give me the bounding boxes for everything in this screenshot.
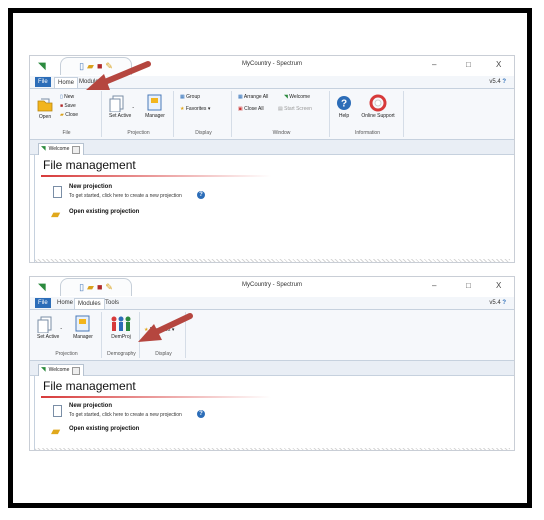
- page-title: File management: [43, 379, 136, 393]
- version-label: v5.4 ?: [489, 300, 506, 306]
- help-circle-icon[interactable]: ?: [197, 191, 205, 199]
- document-tab-strip: ◥ Welcome: [30, 140, 514, 155]
- close-tab-icon[interactable]: [72, 145, 81, 154]
- annotation-arrow-dempro: [138, 313, 193, 342]
- manager-icon: [75, 315, 90, 332]
- tab-tools[interactable]: Tools: [102, 298, 122, 308]
- favorites-button[interactable]: ★ Favorites ▾: [180, 106, 210, 112]
- ribbon-group-window: ▦ Arrange All ◥ Welcome ▣ Close All ▤ St…: [234, 91, 330, 137]
- minimize-button[interactable]: –: [432, 60, 436, 69]
- close-all-icon: ▣: [238, 106, 243, 112]
- ribbon-group-information: ? Help Online Support Information: [332, 91, 404, 137]
- ribbon-tabs: File Home Modules Tools v5.4 ?: [30, 297, 514, 310]
- document-tab-strip: ◥ Welcome: [30, 361, 514, 376]
- spectrum-logo-icon: ◥: [41, 367, 46, 373]
- title-bar: ◥ ▯ ▰ ■ ✎ MyCountry - Spectrum – □ X: [30, 277, 514, 297]
- spectrum-logo-icon: ◥: [284, 94, 288, 100]
- welcome-button[interactable]: ◥ Welcome: [284, 94, 310, 100]
- manager-button[interactable]: Manager: [72, 315, 94, 340]
- maximize-button[interactable]: □: [466, 60, 471, 69]
- open-button[interactable]: Open: [36, 95, 54, 120]
- group-label-window: Window: [272, 130, 291, 136]
- title-underline: [41, 396, 271, 398]
- group-label-file: File: [62, 130, 71, 136]
- ribbon-group-projection: Set Active . Manager Projection: [32, 312, 102, 358]
- help-circle-icon: ?: [337, 96, 351, 110]
- open-folder-icon[interactable]: ▰: [51, 207, 60, 221]
- welcome-content: File management New projection To get st…: [34, 376, 510, 450]
- close-file-button[interactable]: ▰ Close: [60, 112, 78, 118]
- arrange-icon: ▦: [238, 94, 243, 100]
- new-projection-link[interactable]: New projection: [69, 403, 112, 409]
- group-label-information: Information: [354, 130, 380, 136]
- close-all-button[interactable]: ▣ Close All: [238, 106, 264, 112]
- group-label-projection: Projection: [55, 351, 78, 357]
- tab-welcome[interactable]: ◥ Welcome: [38, 143, 85, 155]
- close-folder-icon: ▰: [60, 112, 64, 118]
- help-circle-icon[interactable]: ?: [197, 410, 205, 418]
- maximize-button[interactable]: □: [466, 281, 471, 290]
- close-button[interactable]: X: [496, 281, 501, 290]
- new-projection-link[interactable]: New projection: [69, 184, 112, 190]
- new-projection-desc: To get started, click here to create a n…: [69, 412, 182, 418]
- new-projection-desc: To get started, click here to create a n…: [69, 193, 182, 199]
- version-label: v5.4 ?: [489, 79, 506, 85]
- spectrum-window-modules: ◥ ▯ ▰ ■ ✎ MyCountry - Spectrum – □ X Fil…: [29, 276, 515, 451]
- group-button[interactable]: ▦ Group: [180, 94, 200, 100]
- open-folder-icon: [37, 98, 53, 112]
- group-label-projection: Projection: [127, 130, 150, 136]
- close-tab-icon[interactable]: [72, 366, 81, 375]
- svg-text:?: ?: [341, 99, 347, 110]
- open-folder-icon[interactable]: ▰: [51, 424, 60, 438]
- minimize-button[interactable]: –: [432, 281, 436, 290]
- set-active-button[interactable]: Set Active: [37, 315, 59, 340]
- grid-icon: ▦: [180, 94, 185, 100]
- save-icon: ■: [60, 103, 64, 109]
- ribbon-modules: Set Active . Manager Projection DemProj …: [30, 310, 514, 361]
- new-projection-icon[interactable]: [53, 186, 62, 198]
- new-projection-icon[interactable]: [53, 405, 62, 417]
- tab-welcome[interactable]: ◥ Welcome: [38, 364, 85, 376]
- spectrum-logo-icon: ◥: [41, 146, 46, 152]
- annotation-arrow-modules-tab: [86, 61, 151, 90]
- save-button[interactable]: ■ Save: [60, 103, 76, 109]
- help-circle-icon[interactable]: ?: [502, 79, 506, 85]
- torn-edge: [35, 259, 510, 262]
- set-active-icon: [37, 316, 52, 333]
- dropdown-dot: .: [60, 322, 63, 331]
- ribbon-group-display: ▦ Group ★ Favorites ▾ Display: [176, 91, 232, 137]
- page-title: File management: [43, 158, 136, 172]
- welcome-content: File management New projection To get st…: [34, 155, 510, 262]
- start-screen-icon: ▤: [278, 106, 283, 112]
- star-icon: ★: [180, 106, 185, 112]
- tab-welcome-label: Welcome: [48, 146, 70, 152]
- help-button[interactable]: ? Help: [336, 94, 352, 119]
- online-support-button[interactable]: Online Support: [358, 94, 398, 119]
- dropdown-dot: .: [132, 101, 135, 110]
- help-circle-icon[interactable]: ?: [502, 300, 506, 306]
- open-existing-link[interactable]: Open existing projection: [69, 209, 139, 215]
- tab-welcome-label: Welcome: [48, 367, 70, 373]
- close-button[interactable]: X: [496, 60, 501, 69]
- open-existing-link[interactable]: Open existing projection: [69, 426, 139, 432]
- group-label-display: Display: [195, 130, 212, 136]
- torn-edge: [35, 448, 510, 450]
- new-doc-icon: ▯: [60, 94, 63, 100]
- start-screen-button[interactable]: ▤ Start Screen: [278, 106, 312, 112]
- lifebuoy-icon: [369, 94, 387, 112]
- title-underline: [41, 175, 271, 177]
- window-title: MyCountry - Spectrum: [241, 282, 302, 288]
- tab-home[interactable]: Home: [54, 298, 76, 308]
- tab-modules[interactable]: Modules: [74, 298, 105, 309]
- arrange-all-button[interactable]: ▦ Arrange All: [238, 94, 268, 100]
- tab-file[interactable]: File: [35, 77, 51, 87]
- tab-file[interactable]: File: [35, 298, 51, 308]
